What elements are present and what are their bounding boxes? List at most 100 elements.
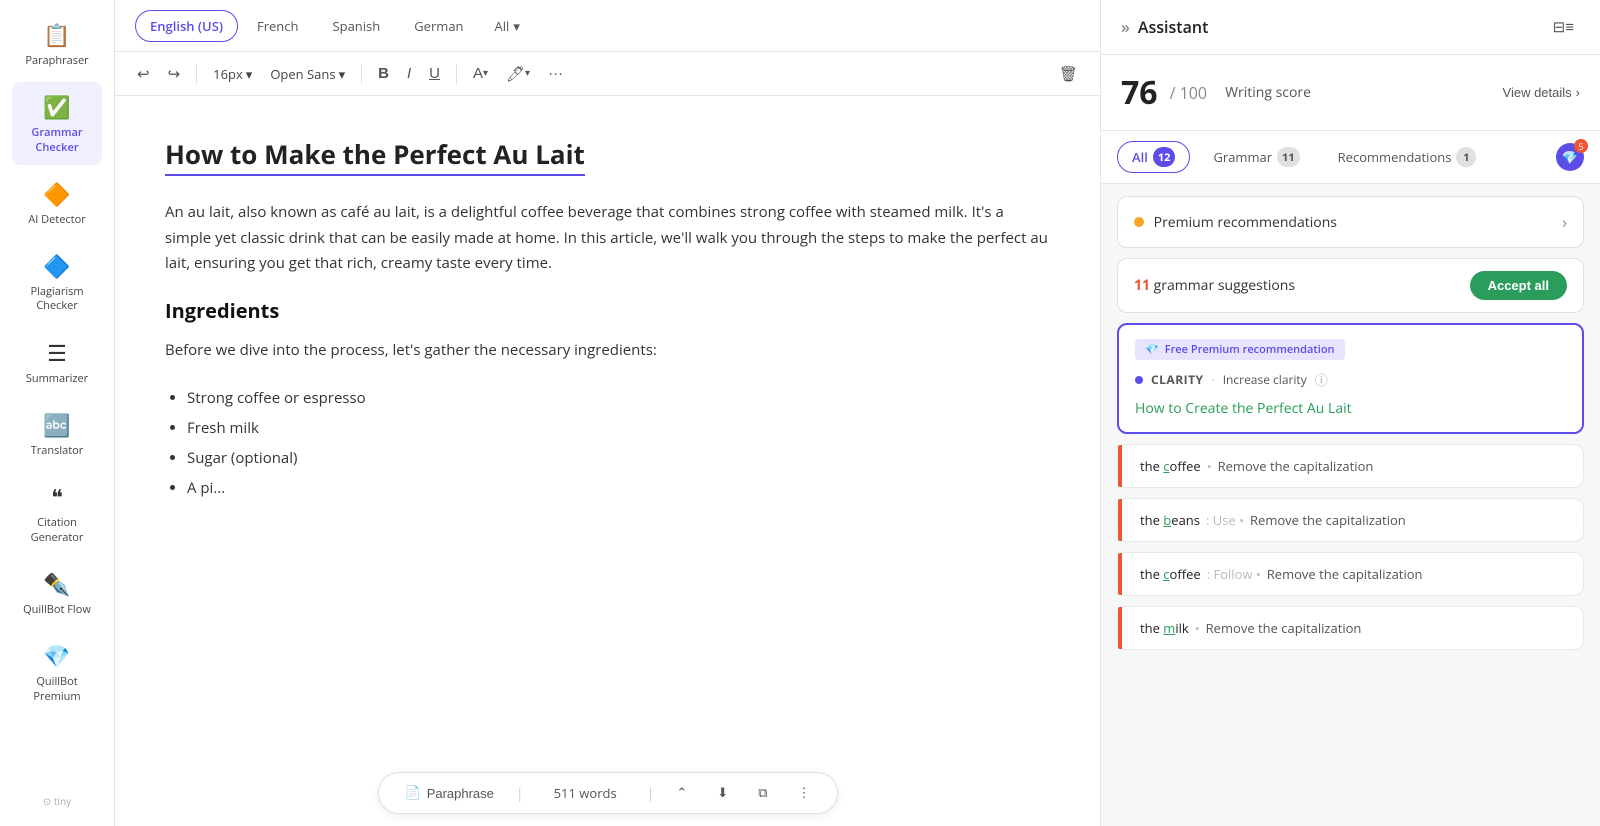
grammar-suggestions-bar: 11 grammar suggestions Accept all xyxy=(1117,258,1584,313)
suggestion-item-2[interactable]: the beans : Use • Remove the capitalizat… xyxy=(1117,498,1584,542)
more-bottom-button[interactable]: ⋮ xyxy=(790,781,819,805)
tab-recommendations[interactable]: Recommendations 1 xyxy=(1323,141,1492,173)
sidebar-item-label: Citation Generator xyxy=(20,516,94,545)
more-options-button[interactable]: ··· xyxy=(542,61,569,86)
font-size-select[interactable]: 16px ▾ xyxy=(207,61,258,87)
premium-recommendations-card[interactable]: Premium recommendations › xyxy=(1117,196,1584,248)
suggestion-item-1[interactable]: the coffee • Remove the capitalization xyxy=(1117,444,1584,488)
editor-container: How to Make the Perfect Au Lait An au la… xyxy=(115,96,1100,826)
info-icon[interactable]: ⓘ xyxy=(1315,370,1328,389)
suggestion-main-text: the coffee xyxy=(1140,457,1201,475)
free-premium-card[interactable]: 💎 Free Premium recommendation CLARITY · … xyxy=(1117,323,1584,434)
all-count-badge: 12 xyxy=(1153,147,1176,167)
sidebar-item-ai-detector[interactable]: 🔶 AI Detector xyxy=(12,169,102,237)
suggestion-accent xyxy=(1118,499,1122,541)
lang-tab-spanish[interactable]: Spanish xyxy=(317,10,395,42)
font-color-icon: A xyxy=(473,65,483,82)
sidebar-item-grammar-checker[interactable]: ✅ Grammar Checker xyxy=(12,82,102,165)
clarity-suggestion-text: How to Create the Perfect Au Lait xyxy=(1135,399,1566,418)
sidebar-item-label: AI Detector xyxy=(28,213,85,227)
accept-all-button[interactable]: Accept all xyxy=(1470,271,1567,300)
premium-rec-label: Premium recommendations xyxy=(1134,213,1337,232)
suggestion-content: the beans : Use • Remove the capitalizat… xyxy=(1140,511,1567,529)
lang-all-dropdown[interactable]: All ▾ xyxy=(483,11,532,41)
tabs-row: All 12 Grammar 11 Recommendations 1 💎 5 xyxy=(1101,131,1600,184)
copy-icon: ⧉ xyxy=(758,785,767,801)
chevron-down-icon: ▾ xyxy=(339,65,346,83)
plagiarism-checker-icon: 🔷 xyxy=(43,251,70,281)
chevron-right-icon: › xyxy=(1576,85,1580,100)
sidebar-item-label: Plagiarism Checker xyxy=(20,285,94,314)
sidebar-item-summarizer[interactable]: ☰ Summarizer xyxy=(12,328,102,396)
font-color-button[interactable]: A ▾ xyxy=(467,61,494,86)
writing-score-number: 76 xyxy=(1121,71,1158,114)
view-details-button[interactable]: View details › xyxy=(1503,85,1580,100)
paraphrase-button[interactable]: 📄 Paraphrase xyxy=(397,781,502,805)
lang-tab-german[interactable]: German xyxy=(399,10,478,42)
panel-content: Premium recommendations › 11 grammar sug… xyxy=(1101,184,1600,826)
clarity-row: CLARITY · Increase clarity ⓘ xyxy=(1135,370,1566,389)
sidebar-item-paraphraser[interactable]: 📋 Paraphraser xyxy=(12,10,102,78)
grammar-count-badge: 11 xyxy=(1277,147,1300,167)
suggestion-action: Remove the capitalization xyxy=(1267,565,1423,583)
copy-button[interactable]: ⧉ xyxy=(750,781,775,805)
tab-grammar[interactable]: Grammar 11 xyxy=(1198,141,1314,173)
grammar-checker-icon: ✅ xyxy=(43,92,70,122)
lang-tab-french[interactable]: French xyxy=(242,10,314,42)
download-icon: ⬇ xyxy=(717,785,728,801)
suggestion-item-4[interactable]: the milk • Remove the capitalization xyxy=(1117,606,1584,650)
lang-tab-english[interactable]: English (US) xyxy=(135,10,238,42)
suggestion-accent xyxy=(1118,445,1122,487)
summarizer-icon: ☰ xyxy=(47,338,67,368)
translator-icon: 🔤 xyxy=(43,410,70,440)
sliders-icon: ⊟≡ xyxy=(1553,18,1574,36)
suggestion-content: the milk • Remove the capitalization xyxy=(1140,619,1567,637)
font-family-select[interactable]: Open Sans ▾ xyxy=(264,61,351,87)
sidebar-item-citation-generator[interactable]: ❝ Citation Generator xyxy=(12,472,102,555)
score-row: 76 / 100 Writing score View details › xyxy=(1101,55,1600,131)
more-icon: ⋮ xyxy=(798,785,811,801)
undo-button[interactable]: ↩ xyxy=(131,61,156,87)
suggestion-accent xyxy=(1118,553,1122,595)
expand-icon: ⌃ xyxy=(676,785,687,801)
suggestion-content: the coffee : Follow • Remove the capital… xyxy=(1140,565,1567,583)
highlight-color-button[interactable]: 🖊 ▾ xyxy=(500,61,536,87)
toolbar-divider xyxy=(196,64,197,84)
sidebar-item-label: Translator xyxy=(31,444,84,458)
tab-all[interactable]: All 12 xyxy=(1117,141,1190,173)
suggestion-content: the coffee • Remove the capitalization xyxy=(1140,457,1567,475)
underline-button[interactable]: U xyxy=(423,61,446,86)
settings-button[interactable]: ⊟≡ xyxy=(1547,14,1580,40)
editor-toolbar: ↩ ↪ 16px ▾ Open Sans ▾ B I U A ▾ 🖊 ▾ ···… xyxy=(115,52,1100,96)
redo-button[interactable]: ↪ xyxy=(162,61,187,87)
tiny-logo: ⊙ tiny xyxy=(43,794,71,808)
assistant-title: » Assistant xyxy=(1121,16,1208,38)
lang-all-label: All xyxy=(495,17,510,35)
paraphrase-icon: 📄 xyxy=(405,785,421,801)
italic-button[interactable]: I xyxy=(401,61,417,86)
premium-badge[interactable]: 💎 5 xyxy=(1556,143,1584,171)
editor-area[interactable]: How to Make the Perfect Au Lait An au la… xyxy=(115,96,1100,826)
sidebar-item-quillbot-flow[interactable]: ✒️ QuillBot Flow xyxy=(12,559,102,627)
suggestion-action: Remove the capitalization xyxy=(1218,457,1374,475)
download-button[interactable]: ⬇ xyxy=(709,781,736,805)
toolbar-divider-2 xyxy=(361,64,362,84)
bold-button[interactable]: B xyxy=(372,61,395,86)
suggestion-item-3[interactable]: the coffee : Follow • Remove the capital… xyxy=(1117,552,1584,596)
expand-button[interactable]: ⌃ xyxy=(668,781,695,805)
sidebar-item-translator[interactable]: 🔤 Translator xyxy=(12,400,102,468)
highlight-icon: 🖊 xyxy=(506,65,525,83)
chevron-right-icon: › xyxy=(1562,211,1567,233)
score-denominator: / 100 xyxy=(1170,82,1207,104)
clarity-action: Increase clarity xyxy=(1223,371,1307,388)
diamond-small-icon: 💎 xyxy=(1145,342,1159,357)
delete-button[interactable]: 🗑 xyxy=(1053,61,1084,87)
quillbot-flow-icon: ✒️ xyxy=(43,569,70,599)
assistant-header: » Assistant ⊟≡ xyxy=(1101,0,1600,55)
sidebar-item-plagiarism-checker[interactable]: 🔷 Plagiarism Checker xyxy=(12,241,102,324)
main-area: English (US) French Spanish German All ▾… xyxy=(115,0,1100,826)
ai-detector-icon: 🔶 xyxy=(43,179,70,209)
sidebar-item-quillbot-premium[interactable]: 💎 QuillBot Premium xyxy=(12,631,102,714)
chevron-down-icon: ▾ xyxy=(246,65,253,83)
clarity-dot xyxy=(1135,376,1143,384)
